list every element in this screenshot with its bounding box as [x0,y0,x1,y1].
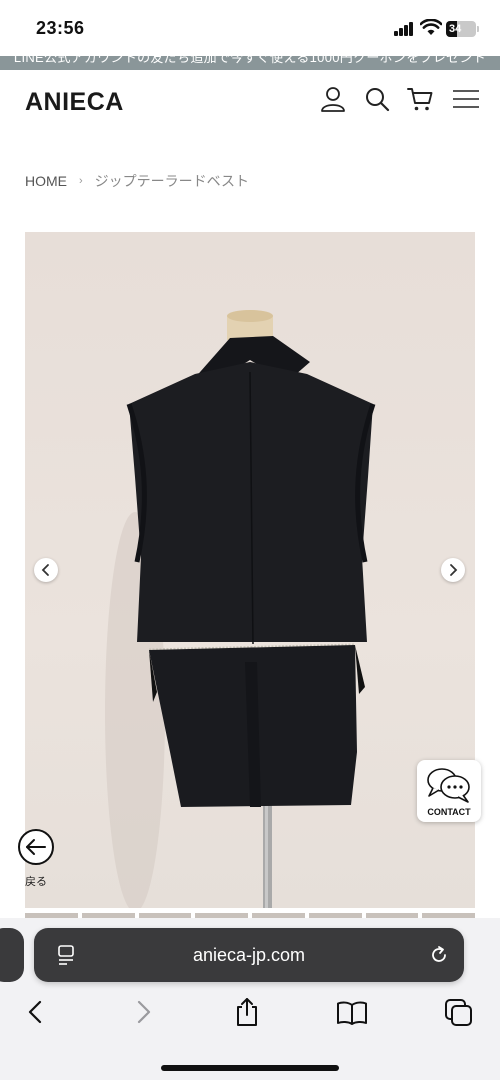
chevron-right-icon [450,564,458,576]
breadcrumb-home[interactable]: HOME [25,173,67,189]
reload-icon[interactable] [428,944,450,966]
search-icon[interactable] [362,84,392,114]
address-bar[interactable]: anieca-jp.com [34,928,464,982]
breadcrumb-separator: › [79,175,83,187]
battery-level: 34 [449,23,462,35]
announcement-text: LINE公式アカウントの友だち追加で今すぐ使える1000円クーポンをプレゼント [13,56,487,65]
back-icon[interactable] [24,998,48,1026]
status-time: 23:56 [36,18,85,38]
battery-tip [477,26,479,32]
battery-icon: 34 [446,21,476,37]
bookmarks-icon[interactable] [336,1000,368,1026]
tabs-icon[interactable] [444,998,474,1028]
slider-prev-button[interactable] [34,558,58,582]
share-icon[interactable] [233,996,261,1028]
status-bar: 23:56 34 [0,0,500,58]
back-widget[interactable]: 戻る [17,828,57,889]
home-indicator [161,1065,339,1071]
contact-button[interactable]: CONTACT [417,760,481,822]
back-label: 戻る [25,876,47,888]
slider-next-button[interactable] [441,558,465,582]
site-logo[interactable]: ANIECA [25,88,124,117]
chat-bubbles-icon [427,768,470,803]
back-arrow-circle-icon [18,829,54,865]
cellular-signal-icon [394,22,416,36]
cart-icon[interactable] [405,84,435,114]
previous-tab-stub[interactable] [0,928,24,982]
announcement-banner[interactable]: LINE公式アカウントの友だち追加で今すぐ使える1000円クーポンをプレゼント [0,56,500,70]
forward-icon[interactable] [131,998,155,1026]
site-header: ANIECA [0,70,500,140]
url-text: anieca-jp.com [192,945,306,965]
chevron-left-icon [41,564,49,576]
menu-icon[interactable] [451,84,481,114]
wifi-icon [420,19,442,35]
breadcrumb: HOME › ジップテーラードベスト [25,171,249,191]
user-icon[interactable] [318,84,348,114]
product-image[interactable] [25,232,475,908]
breadcrumb-current: ジップテーラードベスト [94,173,249,189]
contact-label: CONTACT [427,807,471,817]
vest-photo [105,310,376,908]
